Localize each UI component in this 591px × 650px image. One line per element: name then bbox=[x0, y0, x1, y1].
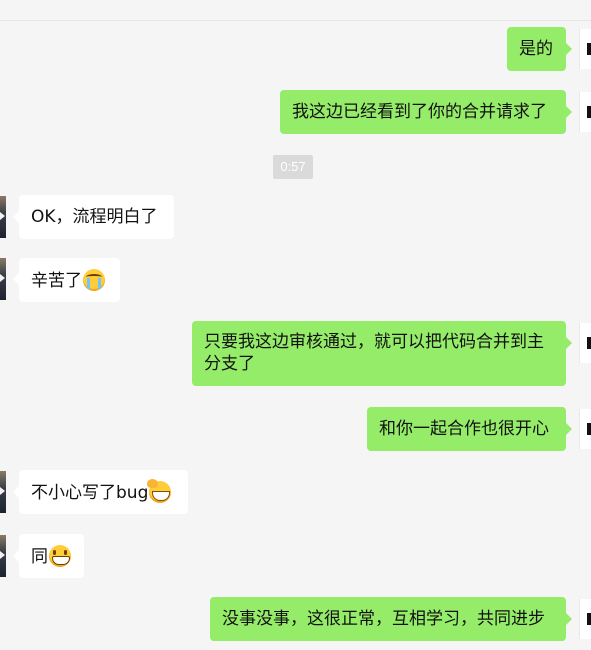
message-bubble[interactable]: 是的 bbox=[507, 27, 566, 71]
message-bubble[interactable]: 我这边已经看到了你的合并请求了 bbox=[280, 90, 566, 134]
peer-avatar[interactable] bbox=[0, 196, 6, 238]
message-bubble[interactable]: OK，流程明白了 bbox=[19, 195, 174, 239]
chat-header-divider bbox=[0, 0, 591, 21]
peer-avatar[interactable] bbox=[0, 471, 6, 513]
message-bubble[interactable]: 没事没事，这很正常，互相学习，共同进步 bbox=[210, 597, 566, 641]
bubble-tail bbox=[566, 337, 572, 349]
bubble-tail bbox=[566, 43, 572, 55]
peer-avatar[interactable] bbox=[0, 535, 6, 577]
bubble-tail bbox=[566, 613, 572, 625]
facepalm-icon bbox=[147, 479, 172, 503]
message-bubble[interactable]: 辛苦了 bbox=[19, 258, 120, 302]
my-avatar[interactable] bbox=[579, 599, 591, 639]
message-bubble[interactable]: 只要我这边审核通过，就可以把代码合并到主分支了 bbox=[192, 321, 566, 386]
message-text: 同 bbox=[31, 547, 48, 567]
bubble-tail bbox=[566, 423, 572, 435]
peer-avatar[interactable] bbox=[0, 258, 6, 300]
crying-face-icon bbox=[83, 269, 105, 291]
message-text: 不小心写了bug bbox=[31, 483, 149, 503]
chat-timestamp: 0:57 bbox=[273, 155, 313, 179]
my-avatar[interactable] bbox=[579, 409, 591, 449]
bubble-tail bbox=[566, 106, 572, 118]
message-bubble[interactable]: 和你一起合作也很开心 bbox=[367, 407, 566, 451]
my-avatar[interactable] bbox=[579, 323, 591, 363]
message-bubble[interactable]: 不小心写了bug bbox=[19, 470, 188, 514]
my-avatar[interactable] bbox=[579, 29, 591, 69]
message-bubble[interactable]: 同 bbox=[19, 534, 84, 578]
message-text: 辛苦了 bbox=[31, 271, 82, 291]
grinning-face-icon bbox=[49, 545, 71, 567]
my-avatar[interactable] bbox=[579, 92, 591, 132]
